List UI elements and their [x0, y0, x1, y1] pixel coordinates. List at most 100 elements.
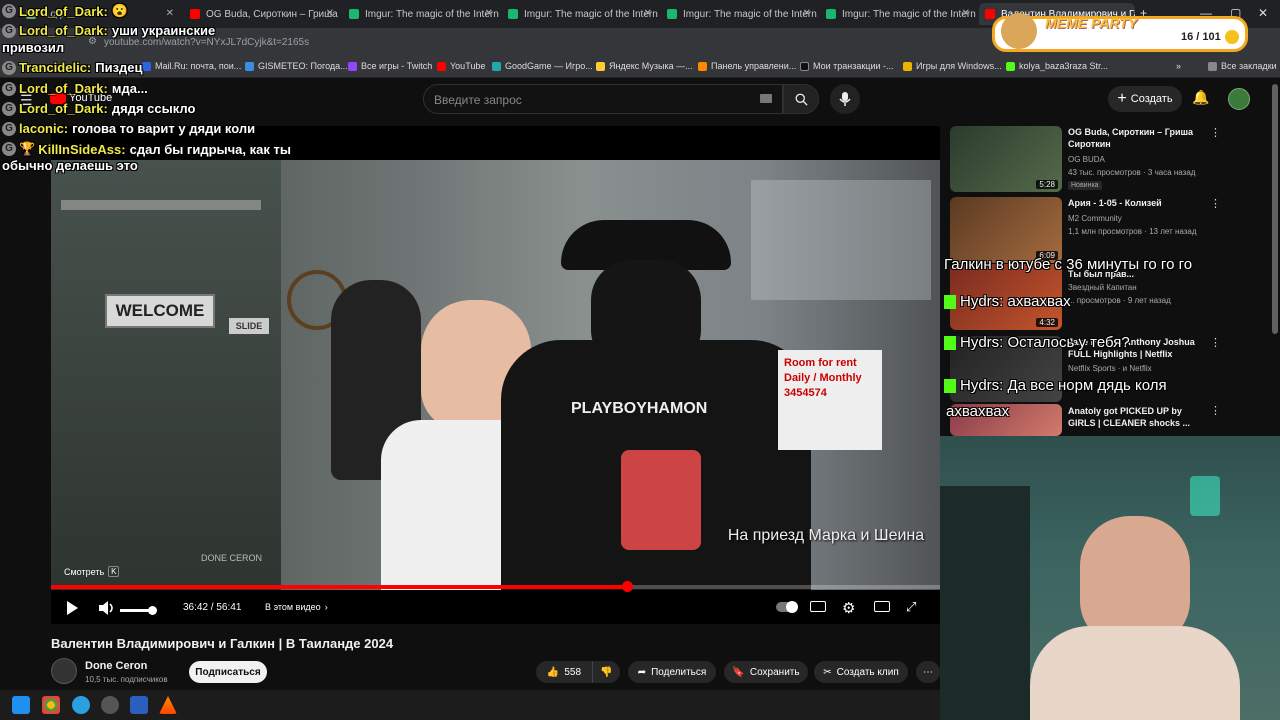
youtube-logo[interactable]: YouTube	[50, 92, 112, 104]
recommendation-channel[interactable]: M2 Community	[1068, 214, 1122, 223]
recommendation-channel[interactable]: Звездный Капитан	[1068, 283, 1137, 292]
doge-icon	[1001, 13, 1037, 49]
close-icon[interactable]: ✕	[166, 8, 174, 19]
create-button[interactable]: + Создать	[1108, 86, 1182, 112]
recommendation-channel[interactable]: OG BUDA	[1068, 155, 1105, 164]
thumbs-up-icon: 👍	[546, 666, 560, 678]
telegram-icon[interactable]	[72, 696, 90, 714]
share-button[interactable]: ➦ Поделиться	[628, 661, 716, 683]
search-input[interactable]: Введите запрос	[423, 84, 783, 114]
more-vertical-icon[interactable]: ⋮	[1210, 336, 1221, 349]
bookmark-item[interactable]: Mail.Ru: почта, пои...	[142, 61, 241, 71]
site-info-icon[interactable]: ⚙	[88, 36, 97, 47]
recommendation-thumbnail[interactable]: 5:28	[950, 126, 1062, 192]
meme-party-title: MEME PARTY	[1045, 15, 1138, 31]
channel-subscribers: 10,5 тыс. подписчиков	[85, 675, 168, 684]
browser-tab[interactable]: OG Buda, Сироткин – Гриша ... ✕	[184, 3, 340, 25]
clip-button[interactable]: ✂ Создать клип	[814, 661, 908, 683]
windows-start-icon[interactable]	[12, 696, 30, 714]
close-icon[interactable]: ✕	[644, 8, 652, 19]
url-text[interactable]: youtube.com/watch?v=NYxJL7dCyjk&t=2165s	[104, 37, 309, 48]
save-app-icon[interactable]	[130, 696, 148, 714]
bookmark-item[interactable]: Мои транзакции -...	[800, 61, 894, 71]
kick-icon	[944, 336, 956, 351]
voice-search-button[interactable]	[830, 84, 860, 114]
imgur-favicon-icon	[826, 9, 836, 19]
close-icon[interactable]: ✕	[326, 8, 334, 19]
more-vertical-icon[interactable]: ⋮	[1210, 197, 1221, 210]
chapters-button[interactable]: В этом видео ›	[265, 602, 328, 612]
video-caption: На приезд Марка и Шеина	[727, 527, 925, 544]
menu-icon[interactable]: ☰	[20, 92, 33, 109]
volume-slider[interactable]	[120, 606, 157, 615]
dislike-button[interactable]: 👎	[592, 661, 620, 683]
trophy-icon: 🏆	[19, 141, 36, 156]
time-display: 36:42 / 56:41	[183, 602, 242, 613]
browser-tab[interactable]: Imgur: The magic of the Interne ✕	[502, 3, 658, 25]
bookmark-item[interactable]: GoodGame — Игро...	[492, 61, 593, 71]
notifications-bell-icon[interactable]: 🔔	[1192, 89, 1209, 106]
video-frame[interactable]: WELCOME SLIDE PLAYBOYHAMON Room for rent…	[51, 160, 940, 590]
close-icon[interactable]: ✕	[485, 8, 493, 19]
channel-avatar[interactable]	[51, 658, 77, 684]
bookmark-item[interactable]: Панель управлени...	[698, 61, 796, 71]
bookmarks-more-icon[interactable]: »	[1176, 61, 1181, 71]
recommendation-channel[interactable]: Netflix Sports · и Netflix	[1068, 364, 1152, 373]
progress-scrubber[interactable]	[622, 581, 634, 592]
user-avatar[interactable]	[1228, 88, 1250, 110]
volume-knob[interactable]	[148, 606, 157, 615]
recommendation-title[interactable]: Anatoly got PICKED UP by GIRLS | CLEANER…	[1068, 405, 1208, 429]
close-icon[interactable]: ✕	[962, 8, 970, 19]
volume-button[interactable]	[98, 600, 116, 616]
play-button[interactable]	[64, 600, 80, 616]
subscribe-button[interactable]: Подписаться	[189, 661, 267, 683]
window-close-icon[interactable]: ✕	[1258, 6, 1268, 20]
channel-name[interactable]: Done Ceron	[85, 660, 147, 672]
browser-tab[interactable]: ...ода ✕	[20, 3, 180, 25]
all-bookmarks[interactable]: Все закладки	[1208, 61, 1277, 71]
like-button[interactable]: 👍 558	[536, 661, 592, 683]
bookmark-item[interactable]: Игры для Windows...	[903, 61, 1002, 71]
subtitles-button[interactable]	[810, 601, 826, 612]
coin-icon	[1225, 30, 1239, 44]
share-label: Поделиться	[651, 666, 707, 678]
keyboard-icon[interactable]	[760, 94, 772, 103]
recommendation-thumbnail[interactable]: 6:09	[950, 197, 1062, 263]
page-scrollbar[interactable]	[1272, 84, 1278, 334]
miniplayer-button[interactable]	[874, 601, 890, 612]
fullscreen-button[interactable]: ⤢	[906, 599, 916, 615]
save-button[interactable]: 🔖 Сохранить	[724, 661, 808, 683]
more-actions-button[interactable]: ⋯	[916, 661, 940, 683]
bookmark-label: Мои транзакции -...	[813, 61, 894, 71]
bookmark-item[interactable]: kolya_baza3raza Str...	[1006, 61, 1108, 71]
meme-party-count: 16 / 101	[1181, 31, 1221, 43]
games-icon	[903, 61, 912, 71]
panel-icon	[698, 61, 707, 71]
kick-icon	[1006, 61, 1015, 71]
bookmark-item[interactable]: Все игры - Twitch	[348, 61, 432, 71]
more-vertical-icon[interactable]: ⋮	[1210, 404, 1221, 417]
youtube-logo-text: YouTube	[69, 92, 113, 104]
settings-button[interactable]: ⚙	[842, 599, 855, 617]
bookmark-item[interactable]: GISMETEO: Погода...	[245, 61, 348, 71]
obs-icon[interactable]	[101, 696, 119, 714]
watch-hint[interactable]: Смотреть K	[64, 566, 120, 577]
video-title: Валентин Владимирович и Галкин | В Таила…	[51, 636, 394, 651]
goodgame-icon: G	[2, 121, 16, 136]
recommendation-title[interactable]: OG Buda, Сироткин – Гриша Сироткин	[1068, 126, 1208, 150]
recommendation-title[interactable]: Ария - 1-05 - Колизей	[1068, 197, 1208, 209]
bookmark-item[interactable]: YouTube	[437, 61, 485, 71]
recommendation-item[interactable]: 5:28 OG Buda, Сироткин – Гриша Сироткин …	[950, 126, 1270, 196]
more-vertical-icon[interactable]: ⋮	[1210, 126, 1221, 139]
browser-tab[interactable]: Imgur: The magic of the Interne ✕	[343, 3, 499, 25]
webcam-light	[1190, 476, 1220, 516]
vlc-icon[interactable]	[159, 696, 177, 714]
close-icon[interactable]: ✕	[803, 8, 811, 19]
progress-bar[interactable]	[51, 581, 940, 592]
search-button[interactable]	[783, 84, 819, 114]
bookmark-item[interactable]: Яндекс Музыка —...	[596, 61, 693, 71]
browser-tab[interactable]: Imgur: The magic of the Interne ✕	[820, 3, 976, 25]
browser-tab[interactable]: Imgur: The magic of the Interne ✕	[661, 3, 817, 25]
chrome-icon[interactable]	[42, 696, 60, 714]
autoplay-toggle[interactable]	[776, 601, 798, 613]
